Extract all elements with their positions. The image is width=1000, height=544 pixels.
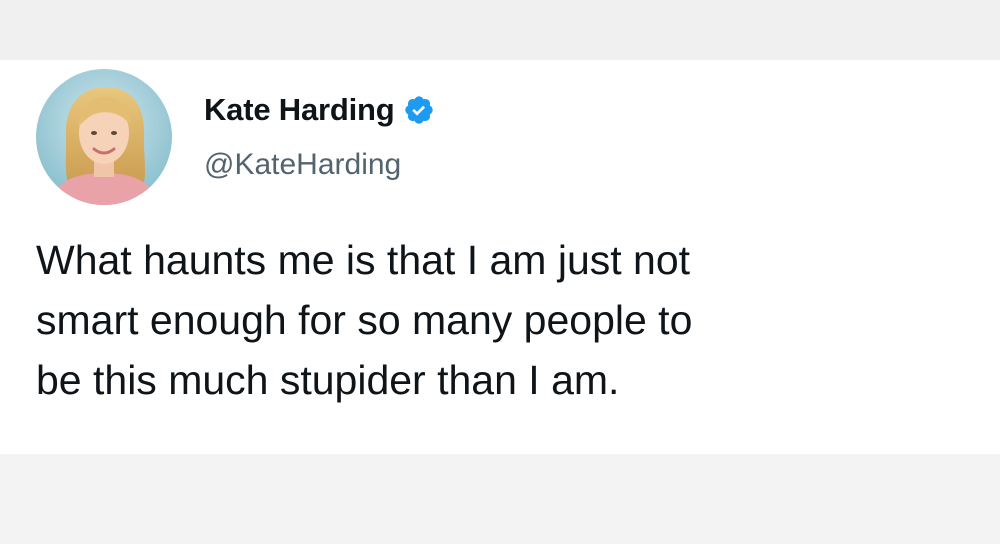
- bottom-margin: [0, 454, 1000, 544]
- tweet-text-line: smart enough for so many people to: [36, 297, 693, 343]
- verified-checkmark-icon: [403, 94, 435, 126]
- author-name-row: Kate Harding: [204, 86, 435, 134]
- avatar[interactable]: [36, 69, 172, 205]
- top-margin: [0, 0, 1000, 60]
- author-handle[interactable]: @KateHarding: [204, 148, 401, 182]
- avatar-image: [36, 69, 172, 205]
- tweet-text: What haunts me is that I am just not sma…: [36, 230, 986, 410]
- tweet-text-line: be this much stupider than I am.: [36, 357, 620, 403]
- author-display-name[interactable]: Kate Harding: [204, 92, 395, 128]
- tweet-card: Kate Harding @KateHarding What haunts me…: [0, 60, 1000, 454]
- tweet-text-line: What haunts me is that I am just not: [36, 237, 691, 283]
